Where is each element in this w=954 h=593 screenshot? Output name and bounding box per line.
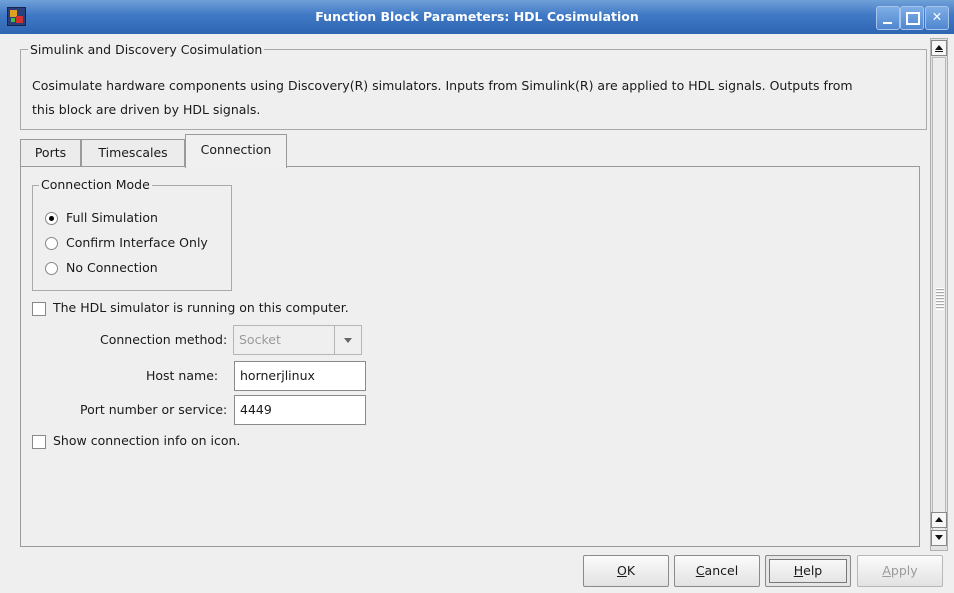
minimize-button[interactable] (876, 6, 900, 30)
ok-button-label: OK (616, 563, 636, 578)
scroll-down-icon (935, 535, 943, 540)
tab-ports-label: Ports (34, 145, 67, 160)
close-button[interactable]: ✕ (925, 6, 949, 30)
scrollbar-thumb[interactable] (932, 57, 946, 543)
port-label: Port number or service: (80, 402, 228, 417)
title-bar[interactable]: Function Block Parameters: HDL Cosimulat… (0, 0, 954, 34)
scroll-up-arrow-icon (935, 517, 943, 522)
connection-method-value: Socket (239, 332, 281, 347)
window-title: Function Block Parameters: HDL Cosimulat… (315, 9, 639, 24)
radio-full-simulation-label[interactable]: Full Simulation (66, 210, 158, 225)
apply-button[interactable]: Apply (857, 555, 943, 587)
scroll-up-icon (935, 45, 943, 50)
running-local-label[interactable]: The HDL simulator is running on this com… (53, 300, 349, 315)
scroll-up-button[interactable] (931, 512, 947, 528)
tab-timescales-label: Timescales (98, 145, 168, 160)
radio-no-connection[interactable] (45, 262, 58, 275)
running-local-checkbox[interactable] (32, 302, 46, 316)
cosimulation-group-legend: Simulink and Discovery Cosimulation (28, 42, 265, 57)
host-name-label: Host name: (146, 368, 219, 383)
minimize-icon (883, 22, 892, 24)
connection-mode-legend: Connection Mode (39, 177, 152, 192)
scroll-top-button[interactable] (931, 40, 947, 56)
radio-no-connection-label[interactable]: No Connection (66, 260, 158, 275)
cancel-button[interactable]: Cancel (674, 555, 760, 587)
cancel-button-label: Cancel (695, 563, 739, 578)
maximize-icon (906, 12, 920, 25)
ok-button[interactable]: OK (583, 555, 669, 587)
tab-connection[interactable]: Connection (185, 134, 287, 168)
radio-confirm-interface-only[interactable] (45, 237, 58, 250)
host-name-input[interactable]: hornerjlinux (234, 361, 366, 391)
tab-ports[interactable]: Ports (20, 139, 81, 166)
connection-method-select[interactable]: Socket (233, 325, 362, 355)
tab-connection-label: Connection (200, 142, 272, 157)
port-input[interactable]: 4449 (234, 395, 366, 425)
grip-icon (936, 288, 944, 310)
description-line-1: Cosimulate hardware components using Dis… (32, 78, 853, 93)
scroll-down-button[interactable] (931, 530, 947, 546)
close-icon: ✕ (931, 9, 943, 24)
help-button[interactable]: Help (765, 555, 851, 587)
connection-method-label: Connection method: (100, 332, 228, 347)
port-value: 4449 (240, 402, 272, 417)
radio-confirm-interface-only-label[interactable]: Confirm Interface Only (66, 235, 208, 250)
dialog-window: Function Block Parameters: HDL Cosimulat… (0, 0, 954, 593)
chevron-down-icon[interactable] (334, 326, 361, 354)
vertical-scrollbar[interactable] (930, 38, 948, 551)
radio-full-simulation[interactable] (45, 212, 58, 225)
show-info-label[interactable]: Show connection info on icon. (53, 433, 240, 448)
help-button-label: Help (793, 563, 823, 578)
description-line-2: this block are driven by HDL signals. (32, 102, 261, 117)
tab-timescales[interactable]: Timescales (81, 139, 185, 166)
show-info-checkbox[interactable] (32, 435, 46, 449)
host-name-value: hornerjlinux (240, 368, 315, 383)
maximize-button[interactable] (900, 6, 924, 30)
apply-button-label: Apply (882, 563, 918, 578)
